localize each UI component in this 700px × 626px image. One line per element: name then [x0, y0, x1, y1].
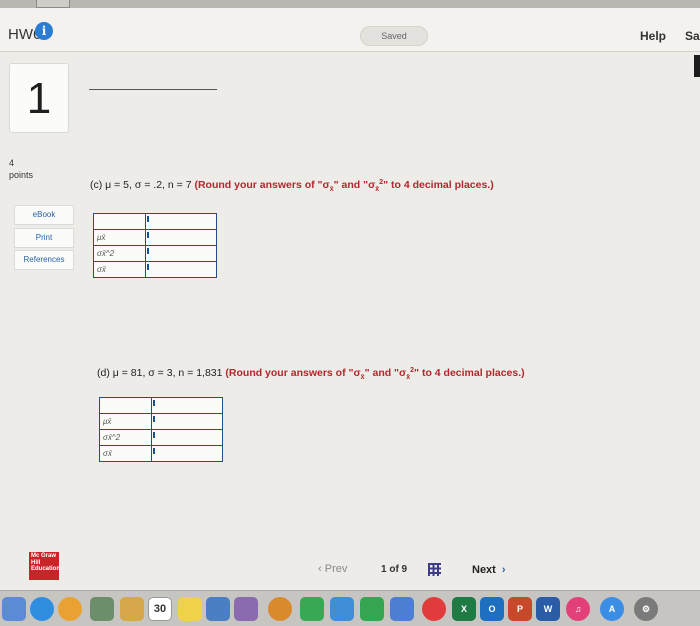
- photo-booth-icon[interactable]: [234, 597, 258, 621]
- part-c-answer-table: μx̄ σx̄^2 σx̄: [93, 213, 217, 278]
- info-icon[interactable]: i: [35, 22, 53, 40]
- photos-icon[interactable]: [90, 597, 114, 621]
- mean-input[interactable]: [145, 229, 217, 246]
- part-c-instruction-start: (Round your answers of "σ: [194, 179, 330, 191]
- saved-status-badge: Saved: [360, 26, 428, 46]
- messages-icon[interactable]: [268, 597, 292, 621]
- chevron-right-icon: ›: [501, 564, 506, 576]
- save-exit-link[interactable]: Sav: [685, 29, 700, 43]
- notes-icon[interactable]: [120, 597, 144, 621]
- table-header-row: [99, 397, 223, 414]
- std-dev-input[interactable]: [145, 261, 217, 278]
- system-preferences-icon[interactable]: ⚙: [634, 597, 658, 621]
- mcgraw-hill-logo: Mc Graw Hill Education: [29, 552, 60, 580]
- row-label: σx̄: [93, 261, 146, 278]
- safari-icon[interactable]: [30, 597, 54, 621]
- header-cell: [99, 397, 152, 414]
- word-icon[interactable]: W: [536, 597, 560, 621]
- numbers-icon[interactable]: [360, 597, 384, 621]
- facetime-icon[interactable]: [300, 597, 324, 621]
- references-button[interactable]: References: [14, 250, 74, 270]
- prev-label: Prev: [324, 563, 348, 575]
- part-d-instruction-start: (Round your answers of "σ: [225, 367, 361, 379]
- row-label: μx̄: [99, 413, 152, 430]
- app-store-icon[interactable]: A: [600, 597, 624, 621]
- part-d-givens: (d) μ = 81, σ = 3, n = 1,831: [97, 367, 223, 379]
- part-c-givens: (c) μ = 5, σ = .2, n = 7: [90, 179, 192, 191]
- itunes-icon[interactable]: ♫: [566, 597, 590, 621]
- excel-icon[interactable]: X: [452, 597, 476, 621]
- part-d-sub2: x̄: [406, 374, 411, 381]
- help-link[interactable]: Help: [640, 29, 666, 43]
- question-grid-icon[interactable]: [428, 563, 441, 576]
- part-c-sub2: x̄: [375, 186, 380, 193]
- header-bar: HW6 i Saved Help Sav: [0, 8, 700, 52]
- header-cell: [145, 213, 217, 230]
- points-label: points: [9, 170, 34, 180]
- powerpoint-icon[interactable]: P: [508, 597, 532, 621]
- question-number: 1: [9, 63, 69, 133]
- next-label: Next: [472, 564, 496, 576]
- news-icon[interactable]: [422, 597, 446, 621]
- scrollbar-thumb[interactable]: [694, 55, 700, 77]
- table-row: μx̄: [93, 229, 217, 246]
- keynote-icon[interactable]: [330, 597, 354, 621]
- row-label: σx̄^2: [99, 429, 152, 446]
- table-row: σx̄: [93, 261, 217, 278]
- mean-input[interactable]: [151, 413, 223, 430]
- header-cell: [93, 213, 146, 230]
- outlook-icon[interactable]: O: [480, 597, 504, 621]
- row-label: σx̄^2: [93, 245, 146, 262]
- row-label: σx̄: [99, 445, 152, 462]
- table-header-row: [93, 213, 217, 230]
- page-indicator: 1 of 9: [381, 564, 408, 575]
- screen: HW6 i Saved Help Sav 1 4 points eBook Pr…: [0, 0, 700, 590]
- table-row: μx̄: [99, 413, 223, 430]
- row-label: μx̄: [93, 229, 146, 246]
- part-c-instruction-mid: " and "σ: [333, 179, 376, 191]
- header-cell: [151, 397, 223, 414]
- print-button[interactable]: Print: [14, 228, 74, 248]
- next-button[interactable]: Next ›: [472, 564, 506, 576]
- ebook-button[interactable]: eBook: [14, 205, 74, 225]
- finder-icon[interactable]: [2, 597, 26, 621]
- part-d-instruction-end: " to 4 decimal places.): [414, 367, 525, 379]
- part-c-instruction-end: " to 4 decimal places.): [383, 179, 494, 191]
- part-d-instruction-mid: " and "σ: [364, 367, 407, 379]
- stickies-icon[interactable]: [178, 597, 202, 621]
- prev-button[interactable]: ‹ Prev: [318, 563, 347, 575]
- calendar-icon[interactable]: 30: [148, 597, 172, 621]
- preview-icon[interactable]: [206, 597, 230, 621]
- question-underline: [89, 89, 217, 90]
- variance-input[interactable]: [145, 245, 217, 262]
- browser-top-edge: [0, 0, 700, 8]
- table-row: σx̄: [99, 445, 223, 462]
- std-dev-input[interactable]: [151, 445, 223, 462]
- table-row: σx̄^2: [99, 429, 223, 446]
- tab-stub: [36, 0, 70, 8]
- variance-input[interactable]: [151, 429, 223, 446]
- chrome-icon[interactable]: [58, 597, 82, 621]
- part-d-answer-table: μx̄ σx̄^2 σx̄: [99, 397, 223, 462]
- part-c-prompt: (c) μ = 5, σ = .2, n = 7 (Round your ans…: [90, 179, 494, 193]
- dock: 30 X O P W ♫ A ⚙: [0, 590, 700, 626]
- points-value: 4: [9, 158, 15, 168]
- part-d-prompt: (d) μ = 81, σ = 3, n = 1,831 (Round your…: [97, 367, 525, 381]
- table-row: σx̄^2: [93, 245, 217, 262]
- keynote-podium-icon[interactable]: [390, 597, 414, 621]
